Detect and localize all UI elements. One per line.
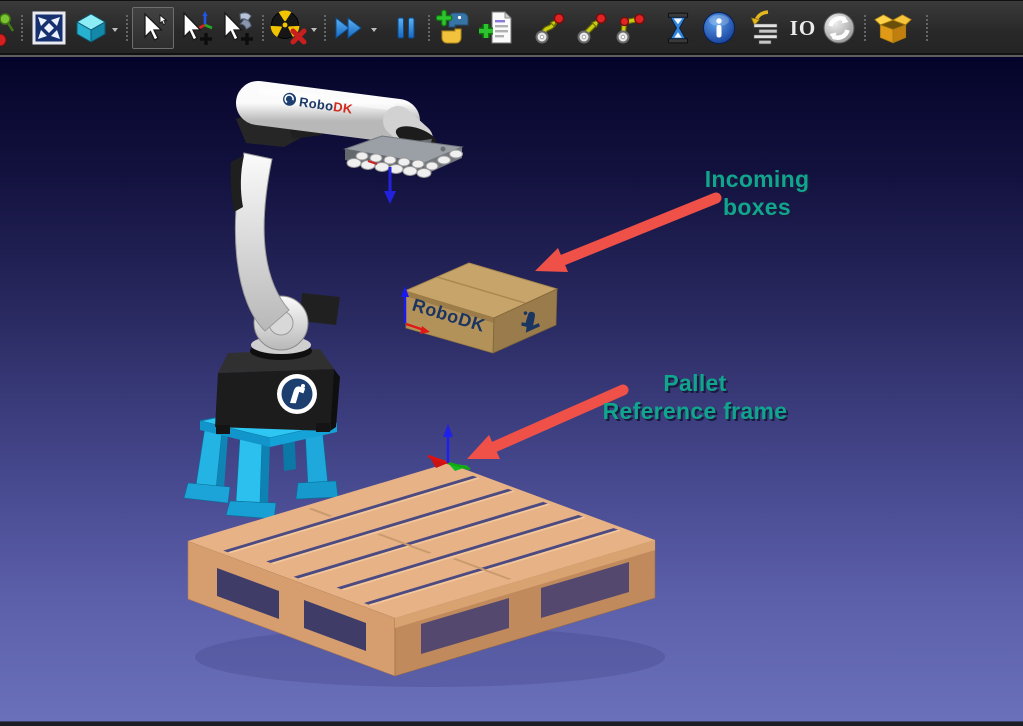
fast-simulation-icon bbox=[332, 11, 366, 45]
view-dropdown-caret[interactable] bbox=[110, 25, 120, 35]
move-reference-button[interactable] bbox=[178, 8, 216, 48]
info-message-button[interactable] bbox=[700, 8, 738, 48]
move-tool-button[interactable] bbox=[219, 8, 257, 48]
collision-dropdown-caret[interactable] bbox=[309, 25, 319, 35]
toolbar-separator bbox=[21, 15, 23, 41]
isometric-view-cube-icon bbox=[74, 11, 108, 45]
move-linear-instruction-icon bbox=[575, 11, 609, 45]
pause-instruction-button[interactable] bbox=[659, 8, 697, 48]
synchronize-button[interactable] bbox=[820, 8, 858, 48]
annotation-arrow-incoming-boxes bbox=[535, 198, 716, 272]
svg-text:Incoming: Incoming bbox=[705, 166, 810, 192]
select-tool-button[interactable] bbox=[132, 7, 174, 49]
move-linear-instruction-button[interactable] bbox=[573, 8, 611, 48]
main-toolbar: IO bbox=[0, 0, 1023, 54]
clipped-target-icon[interactable] bbox=[0, 8, 14, 48]
move-circular-instruction-button[interactable] bbox=[612, 8, 650, 48]
info-message-icon bbox=[701, 10, 737, 46]
pause-simulation-icon bbox=[391, 12, 421, 44]
pause-simulation-button[interactable] bbox=[387, 8, 425, 48]
program-call-button[interactable] bbox=[744, 8, 782, 48]
io-instruction-button[interactable]: IO bbox=[786, 8, 820, 48]
add-program-icon bbox=[478, 9, 516, 47]
vacuum-gripper[interactable] bbox=[345, 136, 463, 204]
fit-all-icon bbox=[32, 11, 66, 45]
robot-base[interactable] bbox=[215, 349, 340, 434]
simulation-speed-caret[interactable] bbox=[369, 25, 379, 35]
add-program-button[interactable] bbox=[478, 8, 516, 48]
robodk-base-logo bbox=[277, 374, 317, 414]
pallet-reference-frame[interactable] bbox=[428, 424, 470, 471]
move-joint-instruction-icon bbox=[533, 11, 567, 45]
toolbar-separator bbox=[864, 15, 866, 41]
robodk-window: IO bbox=[0, 0, 1023, 726]
program-call-list-icon bbox=[744, 9, 782, 47]
move-reference-cursor-icon bbox=[178, 9, 216, 47]
collision-check-icon bbox=[270, 9, 308, 47]
isometric-view-button[interactable] bbox=[72, 8, 110, 48]
status-strip bbox=[0, 721, 1023, 726]
hourglass-pause-icon bbox=[661, 11, 695, 45]
synchronize-icon bbox=[821, 10, 857, 46]
toolbar-separator bbox=[926, 15, 928, 41]
select-cursor-icon bbox=[136, 11, 170, 45]
add-python-program-icon bbox=[436, 9, 474, 47]
annotation-pallet-reference-frame: Pallet Reference frame Pallet Reference … bbox=[603, 370, 790, 426]
annotation-arrow-pallet-frame bbox=[467, 390, 623, 459]
toolbar-separator bbox=[262, 15, 264, 41]
fit-all-button[interactable] bbox=[30, 8, 68, 48]
move-tool-cursor-icon bbox=[219, 9, 257, 47]
svg-text:Reference frame: Reference frame bbox=[603, 398, 788, 424]
io-instruction-label: IO bbox=[790, 16, 817, 41]
move-circular-instruction-icon bbox=[614, 11, 648, 45]
collision-check-button[interactable] bbox=[270, 8, 308, 48]
fast-simulation-button[interactable] bbox=[330, 8, 368, 48]
svg-text:boxes: boxes bbox=[723, 194, 791, 220]
open-box-icon bbox=[874, 9, 912, 47]
svg-text:Pallet: Pallet bbox=[663, 370, 726, 396]
3d-viewport[interactable]: RoboDK bbox=[0, 57, 1023, 721]
toolbar-separator bbox=[324, 15, 326, 41]
cardboard-box[interactable]: RoboDK bbox=[401, 263, 557, 353]
move-joint-instruction-button[interactable] bbox=[531, 8, 569, 48]
toolbar-separator bbox=[126, 15, 128, 41]
open-box-button[interactable] bbox=[874, 8, 912, 48]
add-python-program-button[interactable] bbox=[436, 8, 474, 48]
annotation-incoming-boxes: Incoming boxes Incoming boxes bbox=[705, 166, 812, 222]
toolbar-separator bbox=[428, 15, 430, 41]
